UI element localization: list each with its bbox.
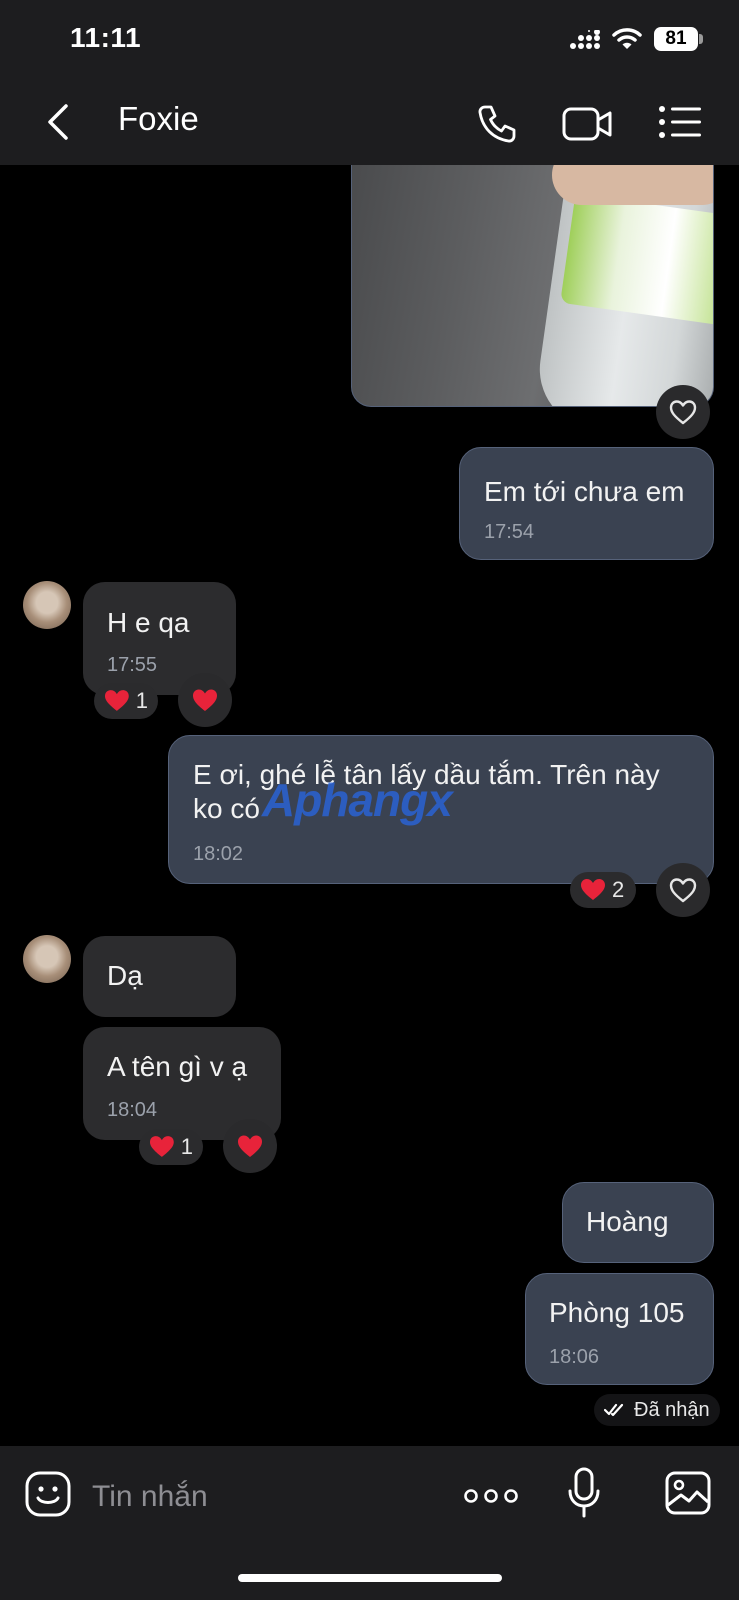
reaction-count: 1 <box>135 688 148 713</box>
contact-avatar[interactable] <box>23 935 71 983</box>
message-text: Dạ <box>107 960 143 991</box>
phone-call-button[interactable] <box>476 103 518 145</box>
heart-outline-icon <box>669 878 697 903</box>
reaction-count: 1 <box>180 1134 193 1159</box>
phone-icon <box>478 105 516 143</box>
heart-outline-icon <box>669 400 697 425</box>
sticker-button[interactable] <box>24 1470 72 1518</box>
hand-image <box>552 165 713 205</box>
message-text: Phòng 105 <box>549 1297 685 1328</box>
message-text: A tên gì v ạ <box>107 1051 248 1082</box>
back-button[interactable] <box>40 100 80 144</box>
reaction-summary[interactable]: 1 <box>139 1129 203 1165</box>
image-gallery-icon <box>665 1471 711 1515</box>
menu-button[interactable] <box>658 105 702 139</box>
signal-icon <box>570 29 602 50</box>
reaction-count: 2 <box>612 877 625 902</box>
double-check-icon <box>604 1403 624 1417</box>
message-text: Hoàng <box>586 1206 669 1237</box>
outgoing-message[interactable]: Phòng 105 18:06 <box>525 1273 714 1385</box>
microphone-icon <box>568 1467 600 1518</box>
message-time: 18:04 <box>107 1099 158 1121</box>
heart-icon <box>149 1136 174 1157</box>
chevron-left-icon <box>48 104 68 140</box>
contact-name[interactable]: Foxie <box>118 100 199 138</box>
heart-icon <box>104 690 129 711</box>
like-photo-button[interactable] <box>656 385 710 439</box>
message-time: 18:06 <box>549 1346 600 1368</box>
watermark: Aphangx <box>262 774 453 826</box>
incoming-message[interactable]: Dạ <box>83 936 236 1017</box>
message-time: 18:02 <box>193 843 244 865</box>
delivery-status: Đã nhận <box>594 1394 720 1426</box>
more-dots-icon <box>464 1489 518 1503</box>
photo-picker-button[interactable] <box>664 1470 712 1516</box>
battery-tip-icon <box>699 34 703 44</box>
video-call-button[interactable] <box>562 104 614 144</box>
heart-icon <box>193 689 217 711</box>
list-menu-icon <box>659 106 701 138</box>
react-button[interactable] <box>223 1119 277 1173</box>
contact-avatar[interactable] <box>23 581 71 629</box>
photo-message[interactable] <box>351 165 714 407</box>
smiley-sticker-icon <box>25 1471 71 1517</box>
voice-message-button[interactable] <box>566 1466 602 1520</box>
battery-indicator: 81 <box>654 27 698 51</box>
message-time: 17:55 <box>107 654 158 676</box>
message-time: 17:54 <box>484 521 535 543</box>
more-options-button[interactable] <box>464 1484 518 1508</box>
heart-icon <box>581 879 605 900</box>
message-input[interactable] <box>90 1474 434 1520</box>
outgoing-message[interactable]: Hoàng <box>562 1182 714 1263</box>
status-time: 11:11 <box>70 22 142 53</box>
reaction-summary[interactable]: 2 <box>570 872 636 908</box>
video-camera-icon <box>562 107 612 141</box>
heart-icon <box>238 1135 262 1157</box>
outgoing-message[interactable]: Em tới chưa em 17:54 <box>459 447 714 560</box>
react-button[interactable] <box>178 673 232 727</box>
reaction-summary[interactable]: 1 <box>94 683 158 719</box>
delivery-status-text: Đã nhận <box>634 1398 710 1421</box>
wifi-icon <box>612 27 642 51</box>
message-text: H e qa <box>107 607 190 638</box>
home-indicator[interactable] <box>238 1574 502 1582</box>
like-button[interactable] <box>656 863 710 917</box>
message-text: Em tới chưa em <box>484 476 685 507</box>
